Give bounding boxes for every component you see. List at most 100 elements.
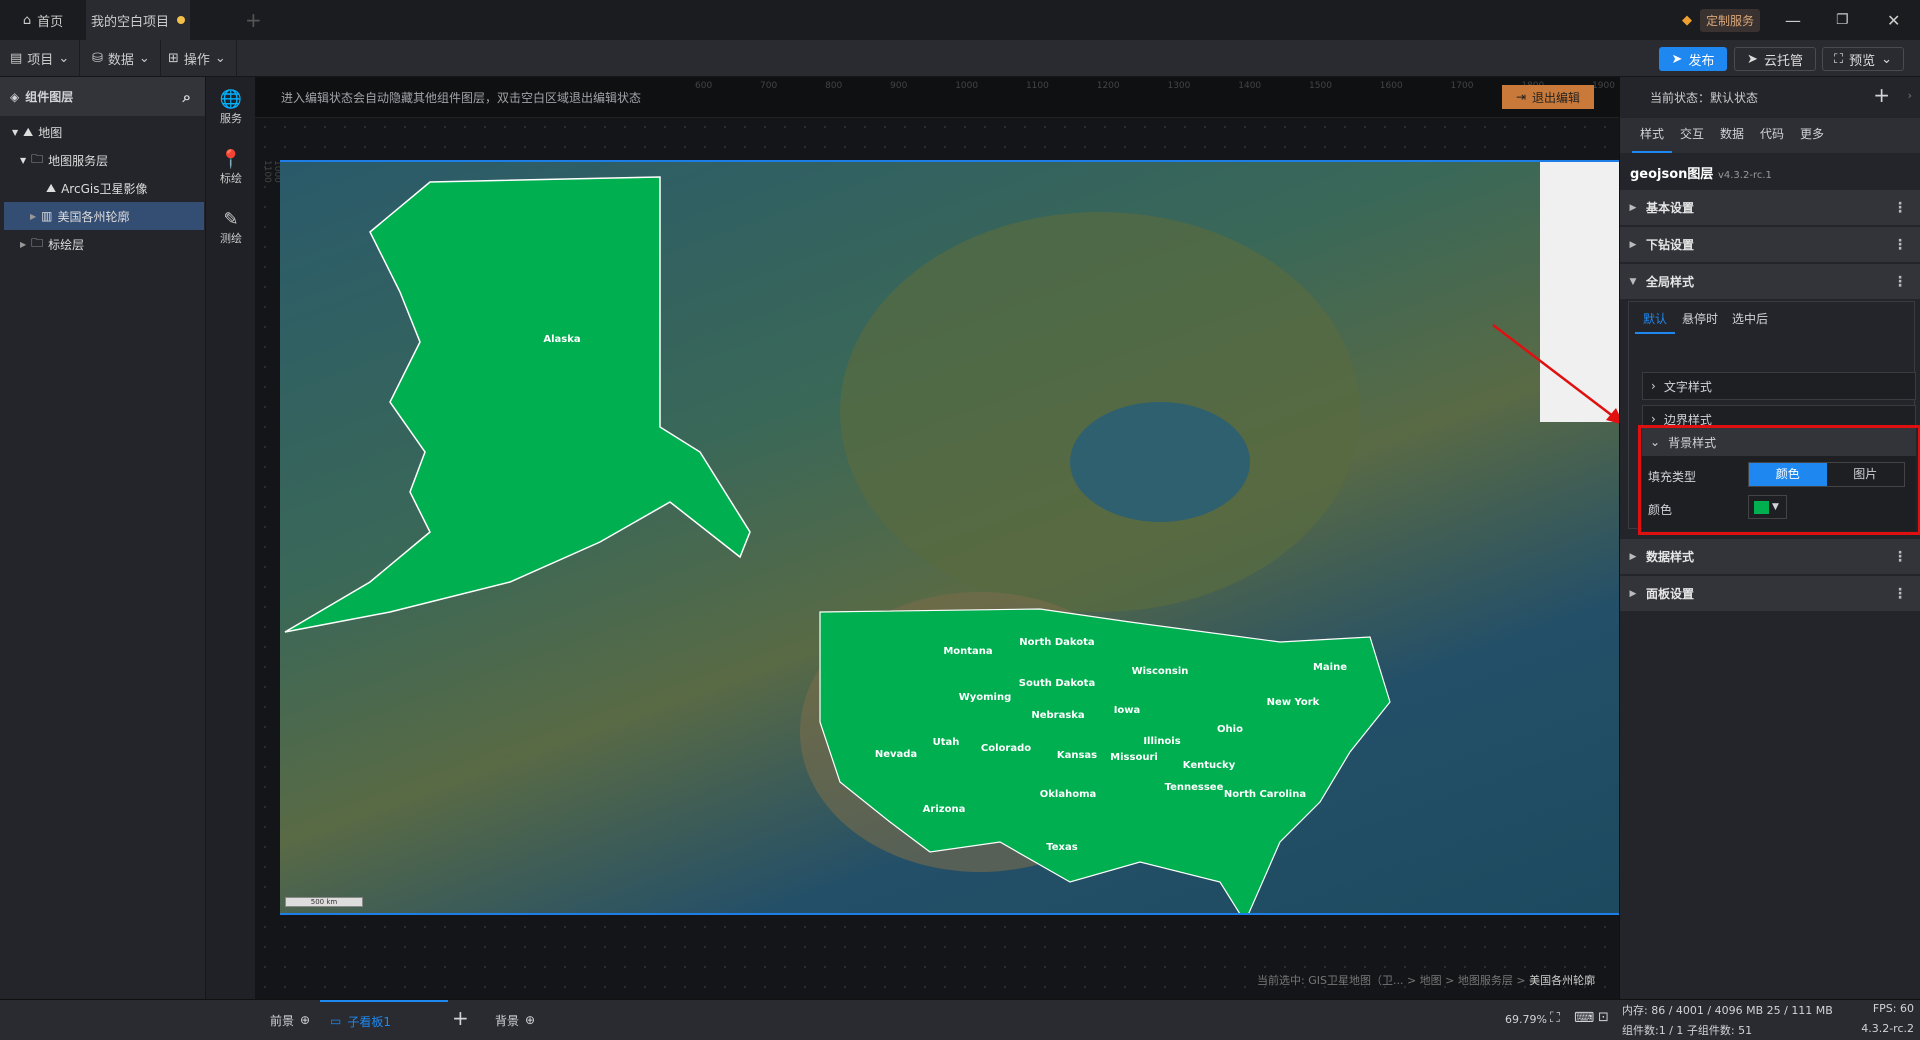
add-state-button[interactable]: +: [1873, 83, 1890, 107]
state-alaska[interactable]: [284, 176, 751, 633]
tab-selected[interactable]: 选中后: [1725, 306, 1775, 334]
custom-service-button[interactable]: ◆ 定制服务: [1682, 0, 1761, 40]
section-global-style[interactable]: ▼ 全局样式 ⋮: [1620, 264, 1920, 300]
ruler-y-tick: 1100: [262, 160, 272, 183]
subsection-text-style[interactable]: › 文字样式: [1642, 372, 1916, 400]
folder-icon: 🗀: [31, 235, 44, 250]
chevron-down-icon: ⌄: [58, 51, 70, 66]
chevron-down-icon: ⌄: [214, 51, 226, 66]
label-wyoming: Wyoming: [959, 692, 1012, 703]
tab-style[interactable]: 样式: [1632, 118, 1672, 153]
new-tab-button[interactable]: +: [245, 0, 262, 40]
service-tool[interactable]: 🌐 服务: [206, 89, 256, 126]
section-basic[interactable]: ▶ 基本设置 ⋮: [1620, 190, 1920, 226]
annotation-arrow: [1492, 324, 1624, 425]
globe-icon: 🌐: [219, 89, 243, 110]
hudson-bay: [1070, 402, 1250, 522]
tree-item-map[interactable]: ▼ ⛰ 地图: [0, 118, 205, 146]
unsaved-dot-icon: [177, 16, 185, 24]
chevron-right-icon[interactable]: ›: [1908, 89, 1912, 102]
more-icon[interactable]: ⋮: [1893, 200, 1907, 216]
label-new-york: New York: [1267, 697, 1320, 708]
chevron-down-icon: ⌄: [138, 51, 150, 66]
tab-data[interactable]: 数据: [1712, 118, 1752, 153]
section-drilldown[interactable]: ▶ 下钻设置 ⋮: [1620, 227, 1920, 263]
tree-item-us-states[interactable]: ▶ ▥ 美国各州轮廓: [4, 202, 204, 230]
tab-default[interactable]: 默认: [1635, 306, 1675, 334]
ruler-x-tick: 1900: [1592, 81, 1615, 91]
grid-icon: ⊞: [168, 51, 179, 66]
tab-interaction[interactable]: 交互: [1672, 118, 1712, 153]
label-kansas: Kansas: [1057, 750, 1097, 761]
fill-option-image[interactable]: 图片: [1827, 463, 1905, 486]
menu-operate[interactable]: ⊞ 操作 ⌄: [158, 40, 237, 77]
board-tab[interactable]: ▭ 子看板1: [320, 1000, 448, 1040]
menu-data[interactable]: ⛁ 数据 ⌄: [82, 40, 161, 77]
add-circle-icon[interactable]: ⊕: [525, 1013, 535, 1027]
selection-breadcrumb: 当前选中: GIS卫星地图（卫... > 地图 > 地图服务层 > 美国各州轮廓: [1257, 974, 1596, 987]
tree-item-arcgis[interactable]: ⛰ ArcGis卫星影像: [0, 174, 205, 202]
more-icon[interactable]: ⋮: [1893, 274, 1907, 290]
tab-hover[interactable]: 悬停时: [1675, 306, 1725, 334]
measure-tool[interactable]: ✎ 测绘: [206, 209, 256, 246]
toolbar: ▤ 项目 ⌄ ⛁ 数据 ⌄ ⊞ 操作 ⌄: [0, 40, 1920, 77]
component-title: geojson图层 v4.3.2-rc.1: [1630, 167, 1772, 182]
zoom-level: 69.79%: [1505, 1013, 1547, 1026]
map-view[interactable]: Alaska Montana North Dakota South Dakota…: [280, 160, 1619, 915]
mountain-icon: ⛰: [46, 180, 57, 195]
fill-option-color[interactable]: 颜色: [1749, 463, 1827, 486]
tab-more[interactable]: 更多: [1792, 118, 1832, 153]
keyboard-icon[interactable]: ⌨: [1574, 1010, 1594, 1026]
preview-button[interactable]: ⛶ 预览 ⌄: [1822, 47, 1904, 71]
label-arizona: Arizona: [923, 804, 966, 815]
chevron-down-icon: ⌄: [1881, 51, 1893, 67]
tab-code[interactable]: 代码: [1752, 118, 1792, 153]
caret-down-icon: ▼: [20, 155, 27, 165]
folder-icon: 🗀: [31, 151, 44, 166]
ruler-x-tick: 1200: [1096, 81, 1120, 91]
fit-screen-icon[interactable]: ⛶: [1550, 1010, 1560, 1026]
label-kentucky: Kentucky: [1183, 760, 1236, 771]
label-maine: Maine: [1313, 662, 1347, 673]
menu-project[interactable]: ▤ 项目 ⌄: [0, 40, 81, 77]
more-icon[interactable]: ⋮: [1893, 586, 1907, 602]
label-nevada: Nevada: [875, 749, 917, 760]
background-tab[interactable]: 背景 ⊕: [480, 1000, 550, 1040]
add-circle-icon[interactable]: ⊕: [300, 1013, 310, 1027]
more-icon[interactable]: ⋮: [1893, 549, 1907, 565]
add-board-button[interactable]: +: [452, 1006, 469, 1030]
layers-icon: ◈: [10, 89, 20, 104]
cloud-host-button[interactable]: ➤ 云托管: [1734, 47, 1816, 71]
publish-button[interactable]: ➤ 发布: [1659, 47, 1727, 71]
minimize-button[interactable]: —: [1785, 0, 1801, 40]
send-icon: ➤: [1671, 51, 1683, 67]
plot-tool[interactable]: 📍 标绘: [206, 149, 256, 186]
chevron-right-icon: ›: [1651, 412, 1656, 426]
label-texas: Texas: [1046, 842, 1077, 853]
label-illinois: Illinois: [1143, 736, 1180, 747]
label-alaska: Alaska: [543, 334, 580, 345]
board-icon: ▭: [330, 1014, 342, 1028]
foreground-tab[interactable]: 前景 ⊕: [255, 1000, 325, 1040]
more-icon[interactable]: ⋮: [1893, 237, 1907, 253]
tree-item-plot-layer[interactable]: ▶ 🗀 标绘层: [0, 230, 205, 258]
color-picker[interactable]: ▼: [1748, 495, 1787, 519]
state-contiguous-us[interactable]: [819, 608, 1391, 915]
tree-item-map-service-layer[interactable]: ▼ 🗀 地图服务层: [0, 146, 205, 174]
database-icon: ⛁: [92, 51, 103, 66]
edit-hint: 进入编辑状态会自动隐藏其他组件图层，双击空白区域退出编辑状态: [281, 91, 642, 105]
tab-project[interactable]: 我的空白项目: [86, 0, 190, 40]
section-panel-settings[interactable]: ▶ 面板设置 ⋮: [1620, 576, 1920, 612]
restore-button[interactable]: ❐: [1836, 0, 1849, 40]
exit-edit-button[interactable]: ⇥ 退出编辑: [1502, 85, 1594, 109]
background-style-header[interactable]: ⌄ 背景样式: [1642, 428, 1916, 456]
search-icon[interactable]: ⌕: [183, 88, 191, 106]
color-label: 颜色: [1648, 503, 1673, 517]
label-north-dakota: North Dakota: [1019, 637, 1094, 648]
close-button[interactable]: ✕: [1887, 0, 1900, 40]
label-missouri: Missouri: [1110, 752, 1158, 763]
section-data-style[interactable]: ▶ 数据样式 ⋮: [1620, 539, 1920, 575]
tab-home[interactable]: ⌂ 首页: [0, 0, 86, 40]
home-icon: ⌂: [22, 12, 32, 28]
terminal-icon[interactable]: ⊡: [1598, 1010, 1609, 1025]
